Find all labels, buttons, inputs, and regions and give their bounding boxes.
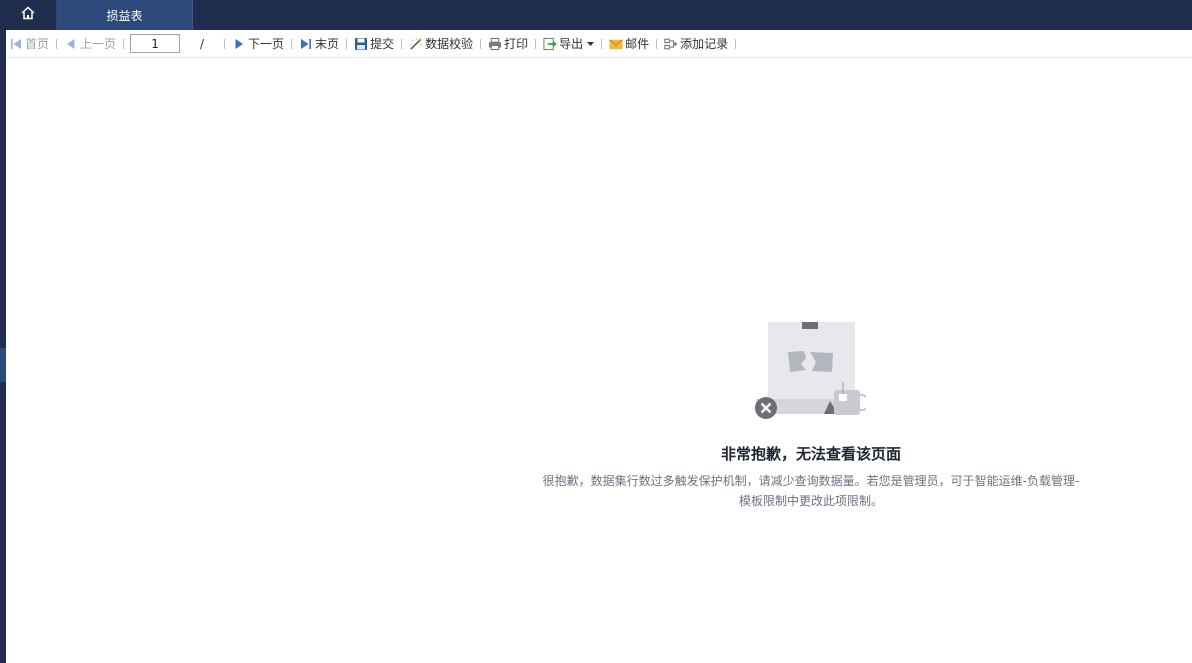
submit-label: 提交: [370, 37, 395, 51]
toolbar-divider: [346, 38, 348, 49]
magic-wand-icon: [409, 37, 423, 51]
next-page-button[interactable]: 下一页: [229, 34, 287, 54]
prev-page-label: 上一页: [80, 37, 117, 51]
home-icon: [20, 5, 36, 25]
toolbar-divider: [601, 38, 603, 49]
mail-label: 邮件: [625, 37, 650, 51]
print-button[interactable]: 打印: [485, 34, 531, 54]
error-title: 非常抱歉，无法查看该页面: [720, 445, 901, 463]
add-record-button[interactable]: 添加记录: [661, 34, 731, 54]
error-description-line: 很抱歉，数据集行数过多触发保护机制，请减少查询数据量。若您是管理员，可于智能运维…: [542, 474, 1080, 488]
last-page-label: 末页: [315, 37, 340, 51]
add-record-label: 添加记录: [680, 37, 729, 51]
export-button[interactable]: 导出: [540, 34, 597, 54]
next-page-icon: [232, 37, 246, 51]
printer-icon: [488, 37, 502, 51]
prev-page-button[interactable]: 上一页: [61, 34, 119, 54]
home-button[interactable]: [0, 0, 57, 30]
print-label: 打印: [504, 37, 529, 51]
export-icon: [543, 37, 557, 51]
save-icon: [354, 37, 368, 51]
first-page-button[interactable]: 首页: [6, 34, 52, 54]
submit-button[interactable]: 提交: [351, 34, 397, 54]
data-validate-button[interactable]: 数据校验: [406, 34, 476, 54]
last-page-button[interactable]: 末页: [296, 34, 342, 54]
first-page-icon: [9, 37, 23, 51]
mail-button[interactable]: 邮件: [606, 34, 652, 54]
chevron-down-icon: [587, 41, 595, 46]
envelope-icon: [609, 37, 623, 51]
toolbar-divider: [401, 38, 403, 49]
toolbar-divider: [123, 38, 125, 49]
toolbar-divider: [535, 38, 537, 49]
report-toolbar: 首页 上一页 / 下一页 末页 提交 数据校验 打印 导出 邮件: [6, 30, 1192, 58]
toolbar-divider: [56, 38, 58, 49]
top-bar: 损益表: [0, 0, 1192, 30]
prev-page-icon: [64, 37, 78, 51]
tab-label: 损益表: [106, 8, 143, 23]
add-record-icon: [664, 37, 678, 51]
export-label: 导出: [559, 37, 584, 51]
tab-income-statement[interactable]: 损益表: [57, 0, 193, 30]
page-number-input[interactable]: [130, 34, 181, 53]
toolbar-divider: [735, 38, 737, 49]
toolbar-divider: [224, 38, 226, 49]
first-page-label: 首页: [25, 37, 50, 51]
error-description: 很抱歉，数据集行数过多触发保护机制，请减少查询数据量。若您是管理员，可于智能运维…: [531, 471, 1091, 511]
data-validate-label: 数据校验: [425, 37, 474, 51]
toolbar-divider: [291, 38, 293, 49]
report-content: [6, 58, 1192, 663]
error-description-line: 模板限制中更改此项限制。: [738, 494, 883, 508]
next-page-label: 下一页: [248, 37, 285, 51]
page-separator: /: [200, 36, 205, 51]
toolbar-divider: [480, 38, 482, 49]
broken-page-illustration: [748, 321, 870, 426]
toolbar-divider: [656, 38, 658, 49]
last-page-icon: [299, 37, 313, 51]
